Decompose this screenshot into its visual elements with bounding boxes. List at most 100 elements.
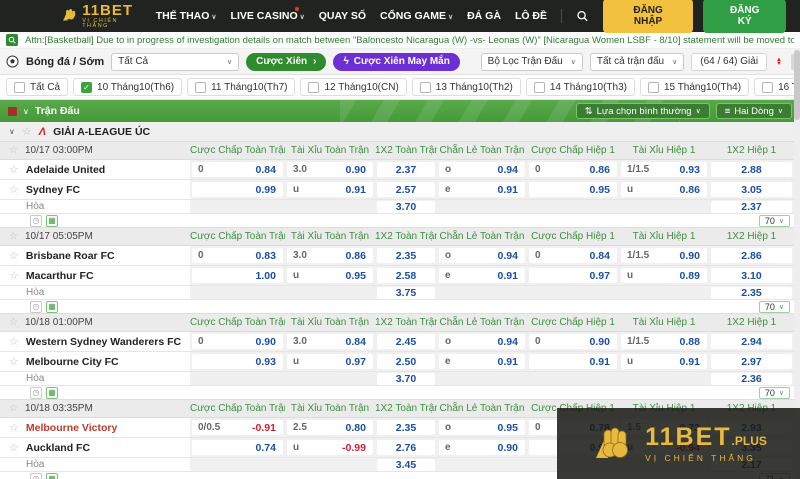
date-chip[interactable]: ✓ 11 Tháng10(Th7): [187, 78, 296, 96]
date-chip[interactable]: ✓ 12 Tháng10(CN): [300, 78, 407, 96]
date-chip[interactable]: ✓ Tất Cả: [6, 78, 69, 96]
chevron-down-icon[interactable]: ∨: [9, 127, 15, 136]
odds-cell-1x2-ft[interactable]: 2.57: [377, 182, 435, 197]
chevron-down-icon[interactable]: ∨: [23, 107, 29, 116]
checkbox[interactable]: ✓: [308, 81, 320, 93]
odds-cell-oe-ft[interactable]: o 0.94: [439, 248, 525, 263]
more-bets-dropdown[interactable]: 70 ∨: [758, 214, 790, 227]
odds-cell-handicap-ft[interactable]: 0.74: [192, 440, 283, 455]
clock-icon[interactable]: ◷: [30, 300, 42, 313]
nav-lo-de[interactable]: LÔ ĐỀ: [515, 10, 547, 22]
favorite-star-icon[interactable]: ☆: [9, 249, 19, 262]
odds-cell-ou-ft[interactable]: 2.5 0.80: [287, 420, 373, 435]
odds-cell-1x2-draw-h1[interactable]: 2.36: [711, 372, 792, 385]
favorite-star-icon[interactable]: ☆: [9, 441, 19, 454]
favorite-star-icon[interactable]: ☆: [9, 269, 19, 282]
odds-cell-ou-h1[interactable]: 1/1.5 0.90: [621, 248, 707, 263]
scrollbar-thumb[interactable]: [794, 50, 800, 120]
nav-the-thao[interactable]: THỂ THAO ∨: [156, 10, 217, 22]
favorite-star-icon[interactable]: ☆: [9, 163, 19, 176]
board-checkbox[interactable]: [8, 106, 17, 116]
league-row[interactable]: ∨ ☆ Λ GIẢI A-LEAGUE ÚC: [0, 122, 800, 142]
search-icon[interactable]: [576, 9, 589, 23]
odds-cell-1x2-h1[interactable]: 2.94: [711, 334, 792, 349]
odds-cell-1x2-ft[interactable]: 2.45: [377, 334, 435, 349]
checkbox[interactable]: ✓: [81, 81, 93, 93]
date-chip[interactable]: ✓ 10 Tháng10(Th6): [73, 78, 183, 96]
more-bets-dropdown[interactable]: 70 ∨: [758, 300, 790, 313]
odds-cell-ou-h1[interactable]: 1/1.5 0.93: [621, 162, 707, 177]
odds-cell-handicap-ft[interactable]: 0.93: [192, 354, 283, 369]
odds-cell-1x2-ft[interactable]: 2.35: [377, 420, 435, 435]
odds-cell-handicap-ft[interactable]: 0.99: [192, 182, 283, 197]
login-button[interactable]: ĐĂNG NHẬP: [602, 0, 694, 33]
odds-cell-1x2-h1[interactable]: 2.88: [711, 162, 792, 177]
date-chip[interactable]: ✓ 14 Tháng10(Th3): [525, 78, 635, 96]
odds-cell-1x2-ft[interactable]: 2.37: [377, 162, 435, 177]
favorite-star-icon[interactable]: ☆: [9, 231, 18, 242]
odds-cell-oe-ft[interactable]: o 0.94: [439, 334, 525, 349]
odds-cell-ou-ft[interactable]: u 0.97: [287, 354, 373, 369]
stats-icon[interactable]: ▦: [46, 300, 58, 313]
odds-cell-handicap-ft[interactable]: 0/0.5 -0.91: [192, 420, 283, 435]
odds-cell-ou-h1[interactable]: u 0.91: [621, 354, 707, 369]
odds-cell-ou-h1[interactable]: u 0.86: [621, 182, 707, 197]
odds-cell-1x2-draw-h1[interactable]: 2.37: [711, 200, 792, 213]
odds-cell-handicap-h1[interactable]: 0 0.90: [529, 334, 617, 349]
odds-cell-ou-h1[interactable]: 1/1.5 0.88: [621, 334, 707, 349]
all-matches-select[interactable]: Tất cả trận đấu ∨: [589, 52, 685, 71]
odds-cell-ou-ft[interactable]: u -0.99: [287, 440, 373, 455]
nav-quay-so[interactable]: QUAY SỐ: [319, 10, 366, 22]
odds-cell-1x2-draw-ft[interactable]: 3.75: [377, 286, 435, 299]
odds-cell-1x2-draw-ft[interactable]: 3.45: [377, 458, 435, 471]
lucky-parlay-button[interactable]: ϟ Cược Xiên May Mắn: [333, 52, 460, 71]
odds-cell-handicap-ft[interactable]: 0 0.84: [192, 162, 283, 177]
odds-cell-ou-ft[interactable]: u 0.91: [287, 182, 373, 197]
odds-cell-handicap-h1[interactable]: 0.91: [529, 354, 617, 369]
favorite-star-icon[interactable]: ☆: [9, 183, 19, 196]
odds-cell-1x2-ft[interactable]: 2.35: [377, 248, 435, 263]
odds-cell-oe-ft[interactable]: e 0.91: [439, 354, 525, 369]
odds-cell-handicap-h1[interactable]: 0.95: [529, 182, 617, 197]
sort-icon[interactable]: ▲ ▼: [774, 57, 784, 67]
checkbox[interactable]: ✓: [419, 81, 431, 93]
odds-cell-handicap-h1[interactable]: 0 0.86: [529, 162, 617, 177]
odds-cell-ou-ft[interactable]: 3.0 0.86: [287, 248, 373, 263]
favorite-star-icon[interactable]: ☆: [9, 317, 18, 328]
checkbox[interactable]: ✓: [762, 81, 774, 93]
odds-cell-oe-ft[interactable]: e 0.90: [439, 440, 525, 455]
favorite-star-icon[interactable]: ☆: [9, 403, 18, 414]
odds-cell-1x2-draw-ft[interactable]: 3.70: [377, 200, 435, 213]
odds-cell-1x2-draw-h1[interactable]: 2.35: [711, 286, 792, 299]
checkbox[interactable]: ✓: [195, 81, 207, 93]
odds-cell-handicap-h1[interactable]: 0.97: [529, 268, 617, 283]
clock-icon[interactable]: ◷: [30, 214, 42, 227]
parlay-button[interactable]: Cược Xiên ›: [246, 52, 327, 71]
date-chip[interactable]: ✓ 15 Tháng10(Th4): [639, 78, 750, 96]
league-select[interactable]: Tất Cả ∨: [111, 52, 240, 71]
odds-cell-oe-ft[interactable]: e 0.91: [439, 182, 525, 197]
odds-cell-1x2-h1[interactable]: 2.86: [711, 248, 792, 263]
odds-cell-handicap-ft[interactable]: 0 0.83: [192, 248, 283, 263]
odds-cell-1x2-h1[interactable]: 2.97: [711, 354, 792, 369]
stats-icon[interactable]: ▦: [46, 386, 58, 399]
date-chip[interactable]: ✓ 13 Tháng10(Th2): [411, 78, 521, 96]
favorite-star-icon[interactable]: ☆: [9, 421, 19, 434]
clock-icon[interactable]: ◷: [30, 386, 42, 399]
site-logo[interactable]: 11BET VỊ CHIẾN THẮNG: [60, 3, 142, 30]
odds-cell-ou-h1[interactable]: u 0.89: [621, 268, 707, 283]
odds-display-select[interactable]: ⇅ Lựa chọn bình thường ∨: [575, 103, 710, 119]
odds-cell-ou-ft[interactable]: 3.0 0.84: [287, 334, 373, 349]
odds-cell-ou-ft[interactable]: 3.0 0.90: [287, 162, 373, 177]
checkbox[interactable]: ✓: [647, 81, 659, 93]
favorite-star-icon[interactable]: ☆: [9, 145, 18, 156]
register-button[interactable]: ĐĂNG KÝ: [703, 0, 786, 33]
favorite-star-icon[interactable]: ☆: [22, 125, 32, 138]
favorite-star-icon[interactable]: ☆: [9, 335, 19, 348]
checkbox[interactable]: ✓: [533, 81, 545, 93]
odds-cell-1x2-h1[interactable]: 3.05: [711, 182, 792, 197]
odds-cell-handicap-ft[interactable]: 0 0.90: [192, 334, 283, 349]
match-filter-select[interactable]: Bộ Lọc Trận Đấu ∨: [480, 52, 583, 71]
nav-da-ga[interactable]: ĐÁ GÀ: [467, 10, 501, 22]
nav-cong-game[interactable]: CỔNG GAME ∨: [380, 10, 453, 22]
